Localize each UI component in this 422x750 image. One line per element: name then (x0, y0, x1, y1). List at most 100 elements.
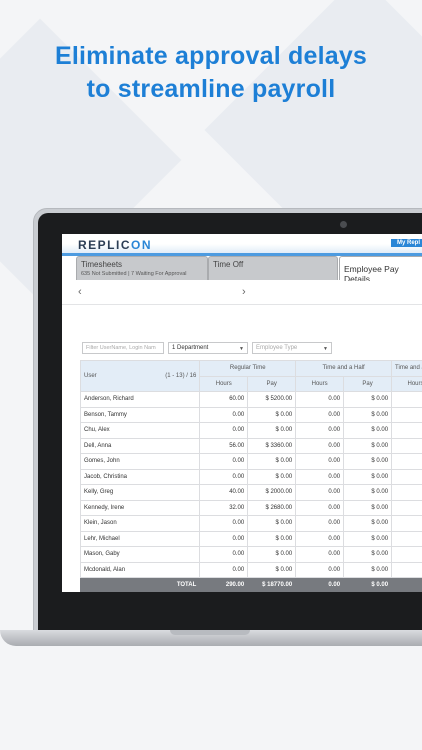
table-cell: $ 0.00 (343, 391, 393, 408)
table-cell: 0.00 (391, 530, 422, 547)
table-cell: 0.00 (295, 530, 345, 547)
employee-name[interactable]: Mcdonald, Alan (79, 561, 201, 578)
table-cell: 56.00 (199, 437, 249, 454)
table-row[interactable]: Lehr, Michael0.00$ 0.000.00$ 0.000.00 (79, 530, 422, 547)
table-cell: 0.00 (295, 391, 345, 408)
employee-name[interactable]: Benson, Tammy (79, 406, 201, 423)
table-cell: 0.00 (391, 468, 422, 485)
table-cell: 0.00 (391, 484, 422, 501)
tab-time-off[interactable]: Time Off (208, 256, 338, 280)
table-cell: $ 0.00 (343, 453, 393, 470)
tab-timesheets[interactable]: Timesheets 635 Not Submitted | 7 Waiting… (76, 256, 208, 280)
department-value: 1 Department (172, 345, 209, 351)
prev-period-button[interactable]: ‹ (78, 286, 82, 298)
camera-icon (340, 221, 347, 228)
table-cell: 0.00 (199, 453, 249, 470)
table-row[interactable]: Mcdonald, Alan0.00$ 0.000.00$ 0.000.00 (79, 561, 422, 578)
laptop-notch (170, 630, 250, 635)
user-column-header[interactable]: User (1 - 13) / 16 (79, 360, 201, 392)
total-label: TOTAL (79, 577, 201, 592)
employee-name[interactable]: Dell, Anna (79, 437, 201, 454)
filter-bar: Filter UserName, Login Nam 1 Department … (82, 342, 422, 355)
table-cell: 0.00 (391, 499, 422, 516)
table-cell: 0.00 (295, 484, 345, 501)
table-row[interactable]: Anderson, Richard 60.00 $ 5200.00 0.00 $ 0.0… (79, 391, 422, 408)
tab-label: Timesheets (81, 260, 123, 269)
group-header-regular: Regular Time (199, 360, 297, 377)
table-cell: 0.00 (391, 437, 422, 454)
group-header-time-quarter: Time and a Quar (391, 360, 422, 377)
employee-name[interactable]: Chu, Alex (79, 422, 201, 439)
table-row[interactable]: Kennedy, Irene32.00$ 2680.000.00$ 0.000.… (79, 499, 422, 516)
table-row[interactable]: Mason, Gaby0.00$ 0.000.00$ 0.000.00 (79, 546, 422, 563)
table-cell: 0.00 (391, 406, 422, 423)
table-row[interactable]: Dell, Anna56.00$ 3360.000.00$ 0.000.00 (79, 437, 422, 454)
table-row[interactable]: Kelly, Greg40.00$ 2000.000.00$ 0.000.00 (79, 484, 422, 501)
employee-name[interactable]: Gomes, John (79, 453, 201, 470)
table-cell: 0.00 (199, 422, 249, 439)
user-filter-input[interactable]: Filter UserName, Login Nam (82, 342, 164, 354)
table-cell: 0.00 (391, 422, 422, 439)
table-cell: $ 2000.00 (247, 484, 297, 501)
table-cell: 0.00 (391, 546, 422, 563)
tab-bar: Timesheets 635 Not Submitted | 7 Waiting… (76, 256, 422, 284)
table-row[interactable]: Benson, Tammy0.00$ 0.000.00$ 0.000.00 (79, 406, 422, 423)
total-cell: 0.00 (391, 577, 422, 592)
employee-name[interactable]: Anderson, Richard (79, 391, 201, 408)
employee-name[interactable]: Kelly, Greg (79, 484, 201, 501)
employee-type-placeholder: Employee Type (256, 345, 298, 351)
row-range: (1 - 13) / 16 (165, 373, 197, 379)
employee-name[interactable]: Jacob, Christina (79, 468, 201, 485)
table-cell: $ 5200.00 (247, 391, 297, 408)
table-cell: 0.00 (295, 561, 345, 578)
headline: Eliminate approval delays to streamline … (0, 40, 422, 106)
total-cell: 0.00 (295, 577, 345, 592)
employee-name[interactable]: Lehr, Michael (79, 530, 201, 547)
table-cell: 60.00 (199, 391, 249, 408)
table-cell: $ 0.00 (247, 453, 297, 470)
table-cell: $ 0.00 (343, 437, 393, 454)
content-area: Filter UserName, Login Nam 1 Department … (62, 306, 422, 592)
table-cell: 0.00 (199, 561, 249, 578)
tab-employee-pay-details[interactable]: Employee Pay Details (339, 256, 422, 284)
table-cell: $ 0.00 (343, 499, 393, 516)
tab-status: 635 Not Submitted | 7 Waiting For Approv… (81, 271, 187, 277)
employee-name[interactable]: Mason, Gaby (79, 546, 201, 563)
table-cell: 32.00 (199, 499, 249, 516)
table-row[interactable]: Chu, Alex0.00$ 0.000.00$ 0.000.00 (79, 422, 422, 439)
table-cell: $ 2680.00 (247, 499, 297, 516)
table-cell: $ 3360.00 (247, 437, 297, 454)
table-cell: $ 0.00 (247, 530, 297, 547)
table-cell: $ 0.00 (247, 468, 297, 485)
total-cell: $ 18770.00 (247, 577, 297, 592)
table-cell: 0.00 (295, 546, 345, 563)
table-cell: 0.00 (295, 406, 345, 423)
table-row[interactable]: Klein, Jason0.00$ 0.000.00$ 0.000.00 (79, 515, 422, 532)
employee-type-select[interactable]: Employee Type ▼ (252, 342, 332, 354)
next-period-button[interactable]: › (242, 286, 246, 298)
subheader-hours: Hours (295, 375, 345, 392)
table-cell: 0.00 (199, 546, 249, 563)
table-row[interactable]: Gomes, John0.00$ 0.000.00$ 0.000.00 (79, 453, 422, 470)
table-cell: $ 0.00 (343, 530, 393, 547)
table-cell: 0.00 (391, 515, 422, 532)
chevron-down-icon: ▼ (323, 346, 328, 352)
total-row: TOTAL290.00$ 18770.000.00$ 0.000.00 (79, 577, 422, 592)
table-row[interactable]: Jacob, Christina0.00$ 0.000.00$ 0.000.00 (79, 468, 422, 485)
table-cell: $ 0.00 (247, 406, 297, 423)
table-cell: $ 0.00 (343, 422, 393, 439)
table-cell: 0.00 (199, 530, 249, 547)
table-cell: 0.00 (391, 561, 422, 578)
table-cell: 0.00 (199, 406, 249, 423)
table-cell: $ 0.00 (343, 484, 393, 501)
replicon-logo: REPLICON (78, 238, 153, 252)
my-replicon-link[interactable]: My Repl (390, 239, 422, 247)
department-select[interactable]: 1 Department ▼ (168, 342, 248, 354)
table-cell: $ 0.00 (343, 546, 393, 563)
table-cell: $ 0.00 (343, 468, 393, 485)
table-cell: 0.00 (199, 515, 249, 532)
employee-name[interactable]: Klein, Jason (79, 515, 201, 532)
employee-name[interactable]: Kennedy, Irene (79, 499, 201, 516)
tab-label: Time Off (213, 260, 244, 269)
table-cell: 0.00 (391, 453, 422, 470)
